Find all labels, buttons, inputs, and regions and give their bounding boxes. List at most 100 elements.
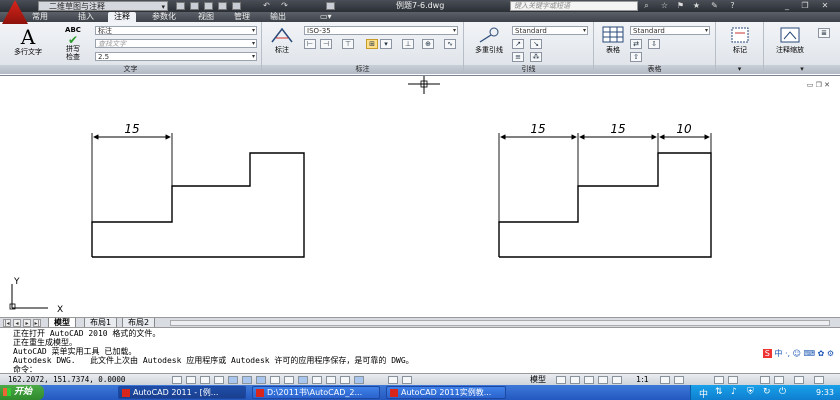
- find-text-input[interactable]: 查找文字: [95, 39, 257, 48]
- update-icon[interactable]: ↻: [763, 387, 771, 397]
- close-button[interactable]: ✕: [818, 1, 832, 11]
- tools-icon[interactable]: ✎: [710, 2, 719, 10]
- plot-icon[interactable]: [232, 2, 241, 10]
- selection-cycling-icon[interactable]: [354, 376, 364, 384]
- security-icon[interactable]: ⛨: [747, 387, 754, 397]
- zoom-icon[interactable]: [584, 376, 594, 384]
- ribbon-minimize-icon[interactable]: ▭▾: [314, 12, 338, 22]
- lock-ui-icon[interactable]: [728, 376, 738, 384]
- command-window[interactable]: 正在打开 AutoCAD 2010 格式的文件。 正在重生成模型。 AutoCA…: [0, 327, 840, 374]
- tab-manage[interactable]: 管理: [228, 12, 256, 22]
- tab-insert[interactable]: 插入: [72, 12, 100, 22]
- table-style-select[interactable]: Standard: [630, 26, 710, 35]
- undo-icon[interactable]: ↶: [262, 2, 271, 10]
- download-link-icon[interactable]: ⇧: [630, 52, 642, 62]
- clean-screen-icon[interactable]: [814, 376, 824, 384]
- dimension-panel-label[interactable]: 标注: [262, 65, 463, 74]
- hardware-acceleration-icon[interactable]: [760, 376, 770, 384]
- transparency-icon[interactable]: [326, 376, 336, 384]
- taskbar-item-autocad[interactable]: AutoCAD 2011 - [例...: [118, 386, 246, 399]
- dim-break-icon[interactable]: ⊥: [402, 39, 414, 49]
- grid-display-icon[interactable]: [200, 376, 210, 384]
- align-leader-icon[interactable]: ≡: [512, 52, 524, 62]
- workspace-switching-icon[interactable]: [714, 376, 724, 384]
- taskbar-item-document[interactable]: AutoCAD 2011实例教...: [386, 386, 506, 399]
- minimize-button[interactable]: _: [780, 1, 794, 11]
- object-snap-icon[interactable]: [242, 376, 252, 384]
- open-file-icon[interactable]: [190, 2, 199, 10]
- dim-linear-icon[interactable]: ⊢: [304, 39, 316, 49]
- extract-data-icon[interactable]: ⇩: [648, 39, 660, 49]
- infer-constraints-icon[interactable]: [172, 376, 182, 384]
- markup-button[interactable]: 标记: [720, 26, 760, 54]
- subscription-center-icon[interactable]: ☆: [660, 2, 669, 10]
- text-height-select[interactable]: 2.5: [95, 52, 257, 61]
- horizontal-scrollbar[interactable]: [170, 320, 830, 326]
- auto-scale-icon[interactable]: [674, 376, 684, 384]
- left-dimension[interactable]: [91, 133, 173, 222]
- add-leader-icon[interactable]: ↗: [512, 39, 524, 49]
- clock[interactable]: 9:33: [816, 385, 834, 400]
- ime-tray-icon[interactable]: 中: [699, 387, 708, 400]
- redo-icon[interactable]: ↷: [280, 2, 289, 10]
- save-as-icon[interactable]: [218, 2, 227, 10]
- table-button[interactable]: 表格: [598, 26, 628, 54]
- dim-space-icon[interactable]: ⊞: [366, 39, 378, 49]
- quick-view-drawings-icon[interactable]: [556, 376, 566, 384]
- data-link-icon[interactable]: ⇄: [630, 39, 642, 49]
- left-profile[interactable]: [91, 152, 305, 258]
- last-layout-icon[interactable]: ▸|: [33, 319, 41, 327]
- right-dimensions[interactable]: [498, 133, 712, 222]
- model-space-canvas[interactable]: ▭ ❐ ✕ 15 15 15 10 Y X: [0, 75, 840, 317]
- help-search-input[interactable]: 键入关键字或短语: [510, 1, 638, 11]
- annotation-scaling-button[interactable]: 注释缩放: [770, 26, 810, 54]
- communication-center-icon[interactable]: ⚑: [676, 2, 685, 10]
- isolate-objects-icon[interactable]: [774, 376, 784, 384]
- pan-icon[interactable]: [570, 376, 580, 384]
- annotation-scaling-dropdown-icon[interactable]: ▾: [764, 65, 840, 74]
- text-style-select[interactable]: 标注: [95, 26, 257, 35]
- dim-dropdown-icon[interactable]: ▾: [380, 39, 392, 49]
- quick-access-dropdown-icon[interactable]: [326, 2, 335, 10]
- right-profile[interactable]: [498, 152, 712, 258]
- dimension-button[interactable]: 标注: [266, 26, 298, 54]
- search-icon[interactable]: ⌕: [642, 2, 651, 10]
- multileader-button[interactable]: 多重引线: [468, 26, 510, 54]
- tab-output[interactable]: 输出: [264, 12, 292, 22]
- text-panel-label[interactable]: 文字: [0, 65, 261, 74]
- steering-wheel-icon[interactable]: [598, 376, 608, 384]
- help-icon[interactable]: ?: [728, 2, 737, 10]
- quick-view-layouts-icon[interactable]: [402, 376, 412, 384]
- taskbar-item-explorer[interactable]: D:\2011书\AutoCAD_2...: [252, 386, 380, 399]
- tab-view[interactable]: 视图: [192, 12, 220, 22]
- 3d-osnap-icon[interactable]: [256, 376, 266, 384]
- leader-panel-label[interactable]: 引线: [464, 65, 593, 74]
- new-file-icon[interactable]: [176, 2, 185, 10]
- allow-dynamic-ucs-icon[interactable]: [284, 376, 294, 384]
- prev-layout-icon[interactable]: ◂: [13, 319, 21, 327]
- ime-toolbar[interactable]: S 中 ·, ☺ ⌨ ✿ ⚙: [762, 348, 834, 360]
- collect-leader-icon[interactable]: ⁂: [530, 52, 542, 62]
- dim-continue-icon[interactable]: ⊣: [320, 39, 332, 49]
- dimension-style-select[interactable]: ISO-35: [304, 26, 458, 35]
- ortho-mode-icon[interactable]: [214, 376, 224, 384]
- tab-annotate[interactable]: 注释: [108, 12, 136, 22]
- favorites-icon[interactable]: ★: [692, 2, 701, 10]
- tab-parametric[interactable]: 参数化: [146, 12, 182, 22]
- markup-panel-dropdown-icon[interactable]: ▾: [716, 65, 763, 74]
- next-layout-icon[interactable]: ▸: [23, 319, 31, 327]
- save-icon[interactable]: [204, 2, 213, 10]
- object-snap-tracking-icon[interactable]: [270, 376, 280, 384]
- snap-mode-icon[interactable]: [186, 376, 196, 384]
- network-icon[interactable]: ⇅: [715, 387, 723, 397]
- start-button[interactable]: 开始: [0, 385, 44, 400]
- multileader-style-select[interactable]: Standard: [512, 26, 588, 35]
- dim-tolerance-icon[interactable]: ⊕: [422, 39, 434, 49]
- dynamic-input-icon[interactable]: [298, 376, 308, 384]
- annotation-visibility-icon[interactable]: [660, 376, 670, 384]
- volume-icon[interactable]: ♪: [731, 387, 737, 397]
- power-icon[interactable]: ⏻: [779, 387, 786, 397]
- workspace-switcher[interactable]: 二维草图与注释: [38, 1, 168, 12]
- showmotion-icon[interactable]: [612, 376, 622, 384]
- status-bar-menu-icon[interactable]: [794, 376, 804, 384]
